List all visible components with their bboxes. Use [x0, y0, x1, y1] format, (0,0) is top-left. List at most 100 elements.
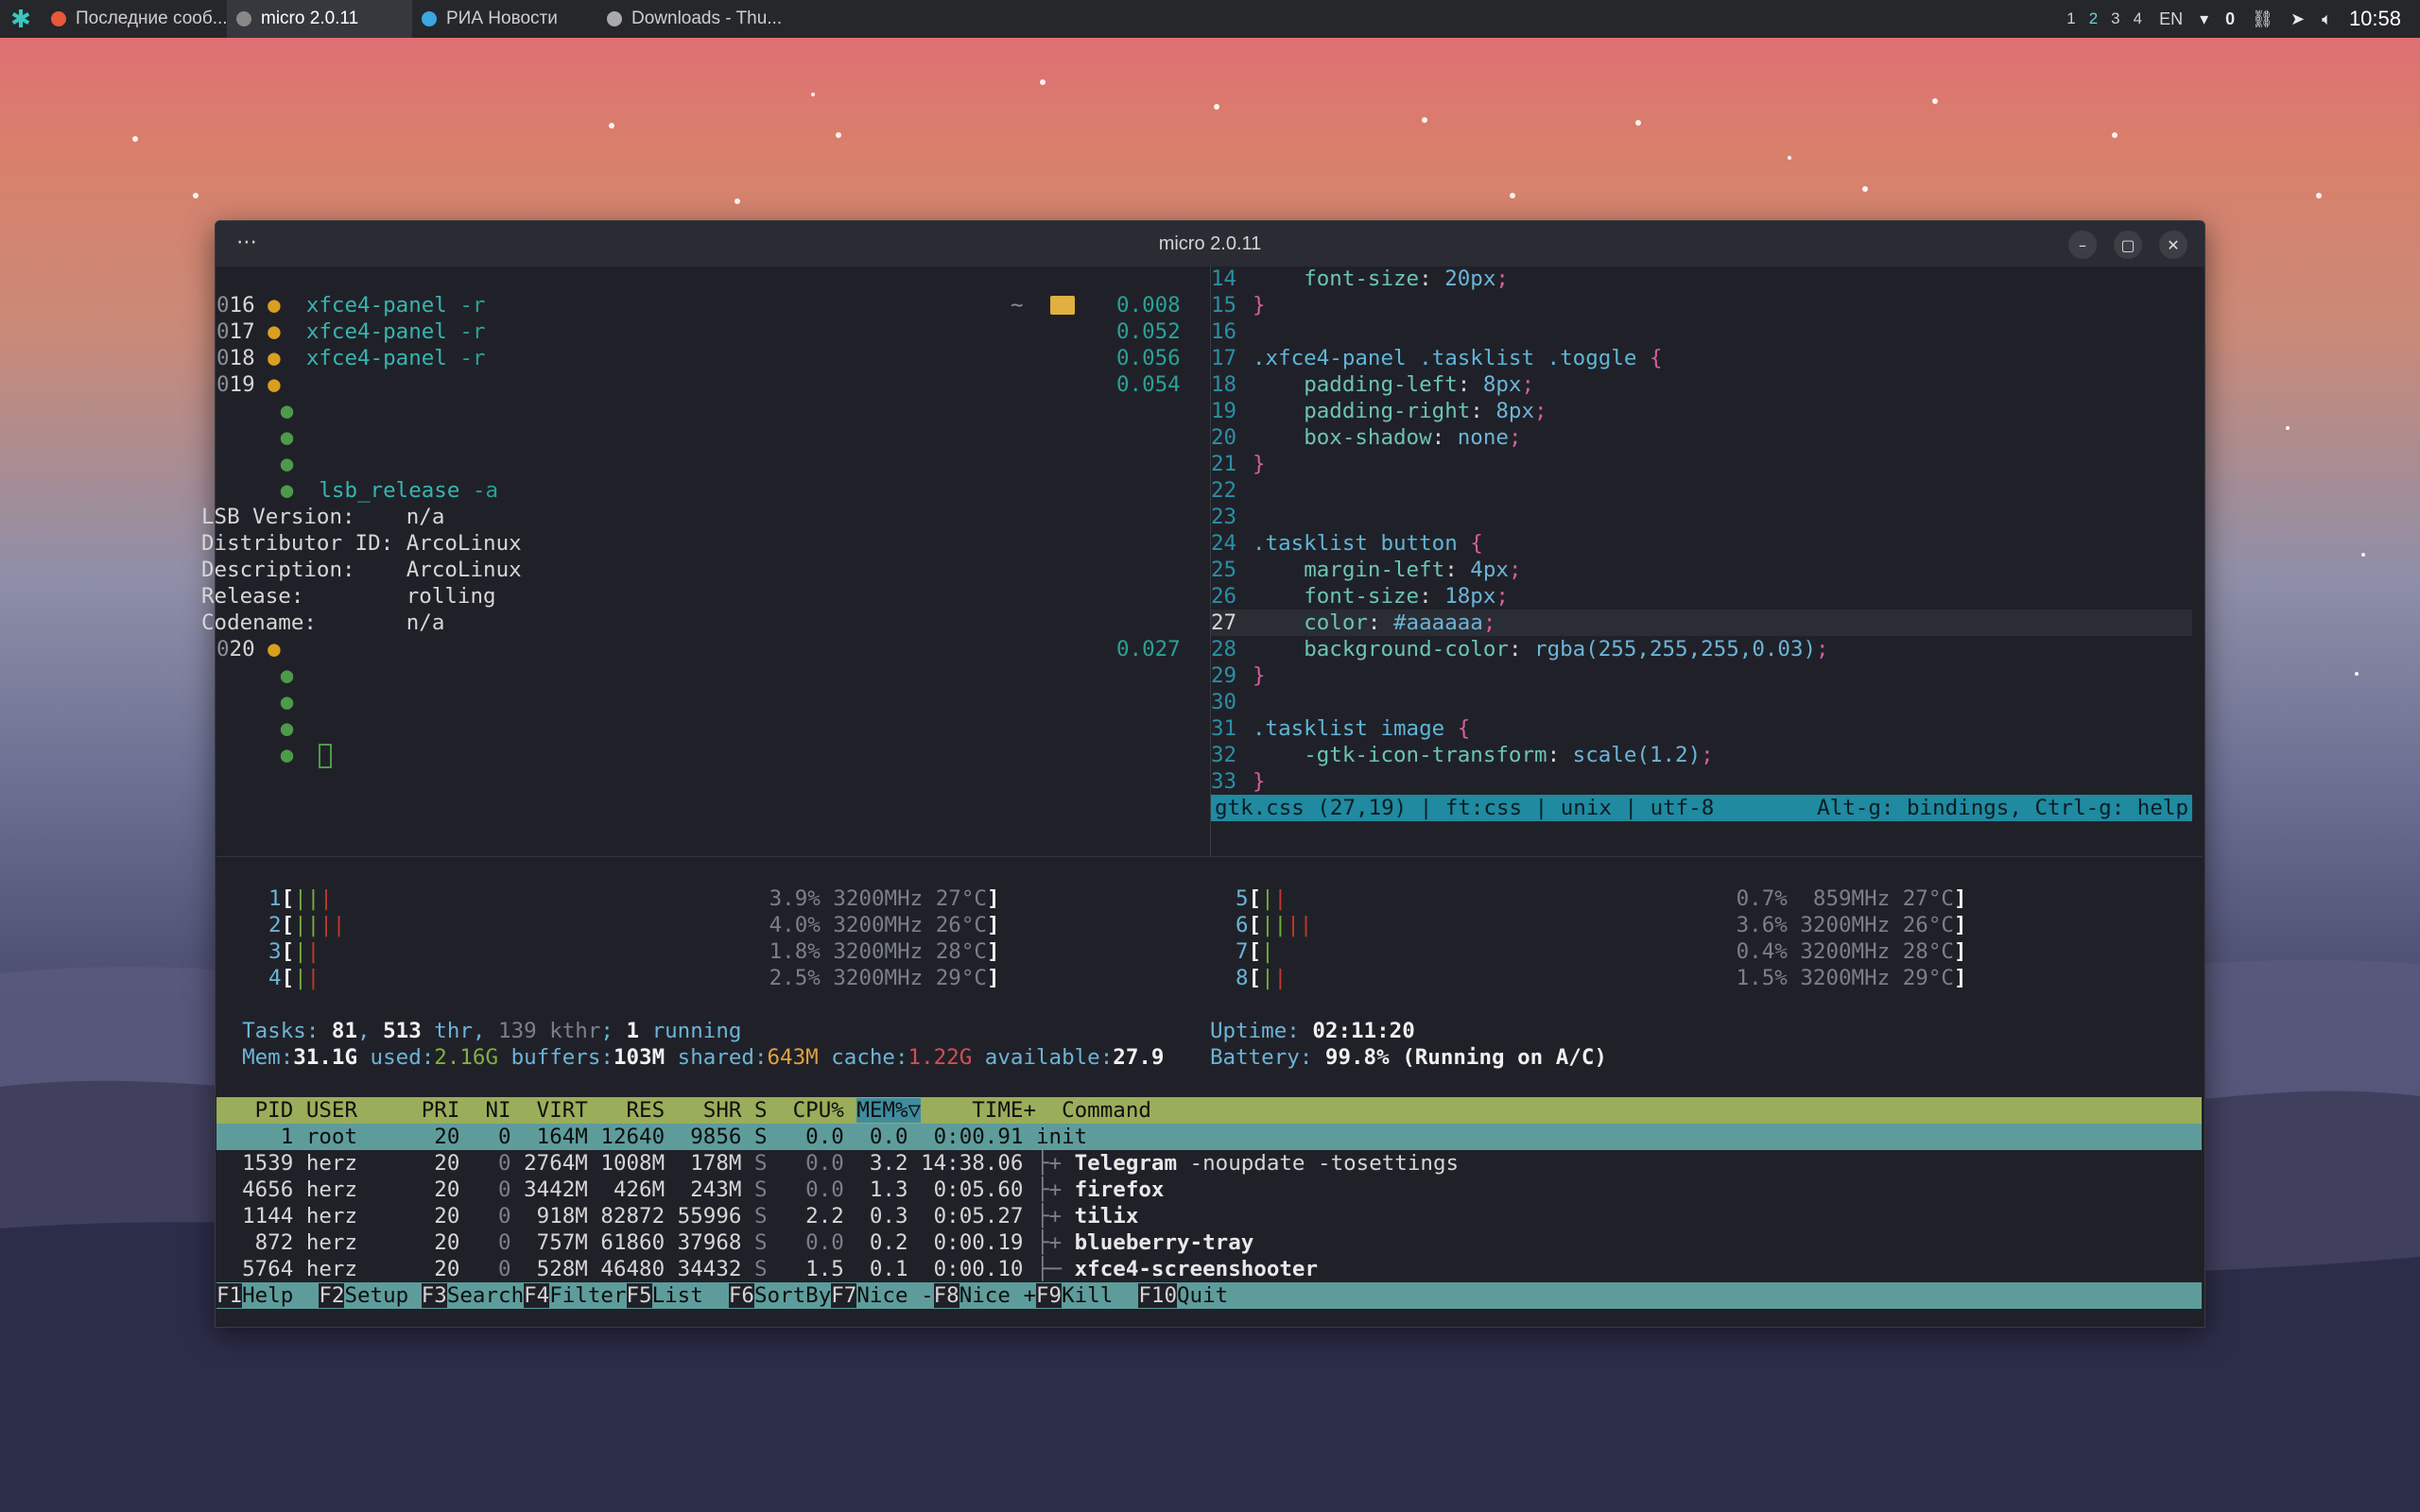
process-row[interactable]: 5764 herz 20 0 528M 46480 34432 S 1.5 0.… — [216, 1256, 2202, 1282]
command: blueberry-tray — [1074, 1230, 1254, 1255]
col-virt[interactable]: VIRT — [511, 1098, 588, 1123]
fkey-f4[interactable]: F4Filter — [524, 1282, 627, 1309]
window-titlebar[interactable]: ⋯ micro 2.0.11 – ▢ ✕ — [216, 221, 2204, 266]
editor-line[interactable]: 30 — [1211, 689, 2192, 715]
fkey-f3[interactable]: F3Search — [421, 1282, 524, 1309]
htop-pane[interactable]: 1[||| 3.9% 3200MHz 27°C] 5[|| 0.7% 859MHz 2… — [216, 885, 2202, 1309]
command: xfce4-panel — [293, 293, 460, 318]
css-semicolon: ; — [1521, 372, 1535, 397]
taskbar-button[interactable]: micro 2.0.11 — [227, 0, 412, 38]
editor-line[interactable]: 17 .xfce4-panel .tasklist .toggle { — [1211, 345, 2192, 371]
process-row[interactable]: 1539 herz 20 0 2764M 1008M 178M S 0.0 3.… — [216, 1150, 2202, 1177]
tasks-line: Tasks: 81, 513 thr, 139 kthr; 1 running U… — [216, 1018, 2202, 1044]
minimize-button[interactable]: – — [2068, 231, 2097, 259]
process-table-header[interactable]: PID USER PRI NI VIRT RES SHR S CPU% MEM%… — [216, 1097, 2202, 1124]
col-pid[interactable]: PID — [216, 1098, 306, 1123]
fkey-f8[interactable]: F8Nice + — [933, 1282, 1036, 1309]
editor-line[interactable]: 33} — [1211, 768, 2192, 795]
process-row[interactable]: 1 root 20 0 164M 12640 9856 S 0.0 0.0 0:… — [216, 1124, 2202, 1150]
process-row[interactable]: 1144 herz 20 0 918M 82872 55996 S 2.2 0.… — [216, 1203, 2202, 1229]
command: xfce4-panel — [293, 346, 460, 370]
shr: 55996 — [665, 1204, 742, 1228]
workspace-switcher[interactable]: 1234 — [2066, 9, 2142, 28]
taskbar-button[interactable]: Последние сооб... — [42, 0, 227, 38]
cursor[interactable] — [319, 743, 333, 768]
col-res[interactable]: RES — [588, 1098, 665, 1123]
window-menu-icon[interactable]: ⋯ — [236, 231, 257, 254]
col-mem[interactable]: MEM%▽ — [856, 1098, 922, 1123]
time: 0:05.27 — [908, 1204, 1024, 1228]
editor-line[interactable]: 28 background-color: rgba(255,255,255,0.… — [1211, 636, 2192, 662]
editor-line[interactable]: 25 margin-left: 4px; — [1211, 557, 2192, 583]
editor-line[interactable]: 18 padding-left: 8px; — [1211, 371, 2192, 398]
col-pri[interactable]: PRI — [422, 1098, 460, 1123]
col-time[interactable]: TIME+ — [921, 1098, 1036, 1123]
pid: 1539 — [216, 1151, 306, 1176]
process-row[interactable]: 4656 herz 20 0 3442M 426M 243M S 0.0 1.3… — [216, 1177, 2202, 1203]
micro-editor-pane[interactable]: 14 font-size: 20px; 15} 16 17 .xfce4-panel .… — [1211, 266, 2194, 821]
fkey-f7[interactable]: F7Nice - — [831, 1282, 934, 1309]
col-user[interactable]: USER — [306, 1098, 422, 1123]
fkey-label: Help — [242, 1283, 320, 1308]
fkey-f6[interactable]: F6SortBy — [728, 1282, 831, 1309]
col-state[interactable]: S — [741, 1098, 780, 1123]
fkey-key: F6 — [728, 1283, 754, 1308]
wifi-icon[interactable]: ▾ — [2200, 9, 2208, 29]
notification-count[interactable]: 0 — [2225, 9, 2235, 29]
workspace-1[interactable]: 1 — [2066, 9, 2075, 28]
maximize-button[interactable]: ▢ — [2114, 231, 2142, 259]
telegram-tray-icon[interactable]: ➤ — [2290, 9, 2305, 29]
editor-line[interactable]: 31 .tasklist image { — [1211, 715, 2192, 742]
app-launcher-icon[interactable]: ✱ — [0, 0, 42, 38]
cpu-bar-user: | — [294, 939, 307, 964]
editor-line[interactable]: 29} — [1211, 662, 2192, 689]
editor-line[interactable]: 14 font-size: 20px; — [1211, 266, 2192, 292]
col-ni[interactable]: NI — [459, 1098, 510, 1123]
editor-line[interactable]: 21} — [1211, 451, 2192, 477]
editor-line[interactable]: 15} — [1211, 292, 2192, 318]
css-brace: } — [1253, 663, 1266, 688]
col-shr[interactable]: SHR — [665, 1098, 742, 1123]
label: Battery: — [1210, 1045, 1325, 1070]
fkey-f10[interactable]: F10Quit — [1138, 1282, 1228, 1309]
cpu-row: 2[|||| 4.0% 3200MHz 26°C] 6[|||| 3.6% 3200M… — [216, 912, 2202, 938]
link-icon[interactable]: ⛓ — [2252, 9, 2273, 29]
css-value: none — [1444, 425, 1509, 450]
pane-divider-horizontal[interactable] — [216, 856, 2202, 857]
editor-line[interactable]: 16 — [1211, 318, 2192, 345]
fkey-f9[interactable]: F9Kill — [1036, 1282, 1138, 1309]
editor-line[interactable]: 19 padding-right: 8px; — [1211, 398, 2192, 424]
workspace-3[interactable]: 3 — [2111, 9, 2119, 28]
line-id-prefix: 0 — [216, 293, 230, 318]
editor-line[interactable]: 20 box-shadow: none; — [1211, 424, 2192, 451]
battery-value: 99.8% (Running on A/C) — [1324, 1045, 1607, 1070]
workspace-2[interactable]: 2 — [2089, 9, 2098, 28]
fkey-label: Nice + — [959, 1283, 1036, 1308]
editor-line[interactable]: 24 .tasklist button { — [1211, 530, 2192, 557]
clock[interactable]: 10:58 — [2349, 7, 2401, 31]
editor-line[interactable]: 22 — [1211, 477, 2192, 504]
editor-line[interactable]: 23 — [1211, 504, 2192, 530]
col-cpu[interactable]: CPU% — [780, 1098, 844, 1123]
workspace-4[interactable]: 4 — [2134, 9, 2142, 28]
keyboard-layout[interactable]: EN — [2159, 9, 2183, 29]
editor-line[interactable]: 32 -gtk-icon-transform: scale(1.2); — [1211, 742, 2192, 768]
css-selector: .xfce4-panel .tasklist .toggle — [1253, 346, 1650, 370]
meter-bracket: ] — [987, 939, 1000, 964]
volume-icon[interactable]: 🔈︎ — [2322, 9, 2332, 29]
fkey-f2[interactable]: F2Setup — [319, 1282, 421, 1309]
fkey-f5[interactable]: F5List — [626, 1282, 729, 1309]
taskbar-button[interactable]: Downloads - Thu... — [597, 0, 783, 38]
css-property: margin-left — [1304, 558, 1445, 582]
editor-line[interactable]: 27 color: #aaaaaa; — [1211, 610, 2192, 636]
editor-line[interactable]: 26 font-size: 18px; — [1211, 583, 2192, 610]
col-command[interactable]: Command — [1036, 1098, 1151, 1123]
process-row[interactable]: 872 herz 20 0 757M 61860 37968 S 0.0 0.2… — [216, 1229, 2202, 1256]
cpu-number: 5 — [1236, 886, 1249, 911]
close-button[interactable]: ✕ — [2159, 231, 2187, 259]
status-dot: ● — [216, 743, 320, 767]
taskbar-button[interactable]: РИА Новости — [412, 0, 597, 38]
shell-pane[interactable]: 016 ● xfce4-panel -r ~0.008 017 ● xfce4-pa… — [201, 292, 1209, 768]
cpu-bar-user: | — [1261, 939, 1274, 964]
fkey-f1[interactable]: F1Help — [216, 1282, 319, 1309]
